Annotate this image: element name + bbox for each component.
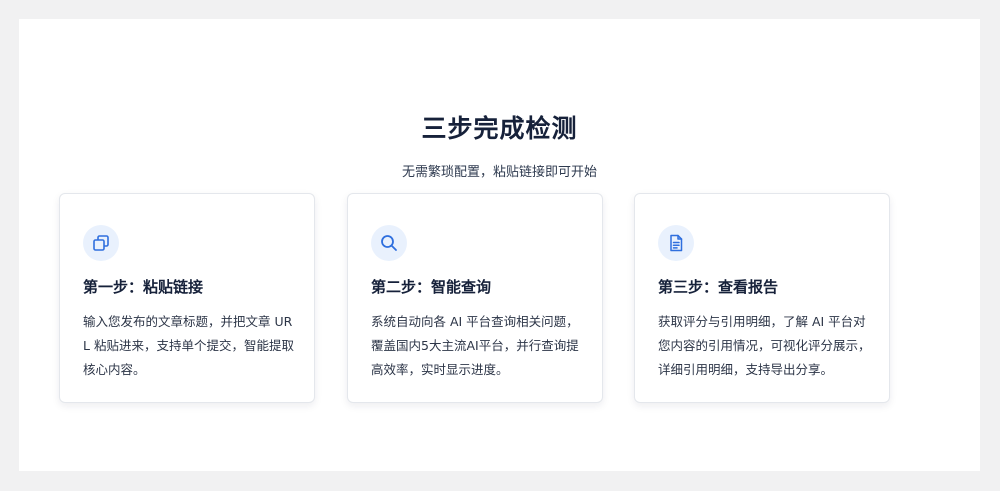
step-title: 第一步：粘贴链接 [83,278,204,296]
step-icon-badge [83,225,119,261]
copy-icon [93,235,109,251]
section-title: 三步完成检测 [421,114,578,143]
step-description: 输入您发布的文章标题，并把文章 URL 粘贴进来，支持单个提交，智能提取核心内容… [83,314,294,377]
step-card-2: 第二步：智能查询 系统自动向各 AI 平台查询相关问题，覆盖国内5大主流AI平台… [347,193,603,403]
steps-section: 三步完成检测 无需繁琐配置，粘贴链接即可开始 第一步：粘贴链接 输入您发布的文章… [19,19,980,471]
step-description: 获取评分与引用明细，了解 AI 平台对您内容的引用情况，可视化评分展示，详细引用… [658,314,871,377]
search-icon [381,235,397,251]
step-title: 第三步：查看报告 [658,278,779,296]
step-icon-badge [658,225,694,261]
step-description: 系统自动向各 AI 平台查询相关问题，覆盖国内5大主流AI平台，并行查询提高效率… [371,314,579,377]
step-icon-badge [371,225,407,261]
document-icon [670,234,683,252]
step-title: 第二步：智能查询 [371,278,492,296]
step-card-1: 第一步：粘贴链接 输入您发布的文章标题，并把文章 URL 粘贴进来，支持单个提交… [59,193,315,403]
section-subtitle: 无需繁琐配置，粘贴链接即可开始 [401,165,597,180]
step-card-3: 第三步：查看报告 获取评分与引用明细，了解 AI 平台对您内容的引用情况，可视化… [634,193,890,403]
